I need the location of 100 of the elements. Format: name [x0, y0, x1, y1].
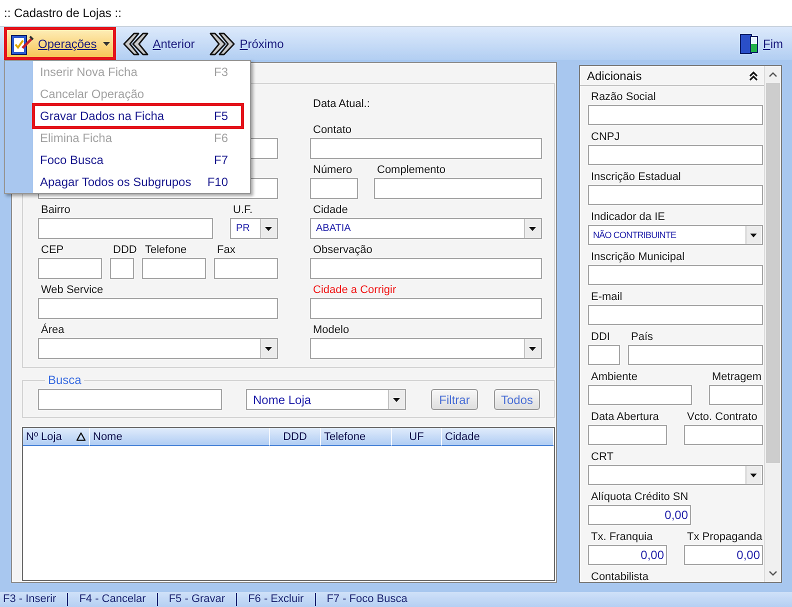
input-field[interactable]	[684, 425, 763, 445]
caret-icon	[102, 42, 110, 46]
number-field[interactable]: 0,00	[588, 545, 667, 565]
input-field[interactable]	[310, 258, 542, 279]
column-header[interactable]: UF	[392, 428, 442, 446]
input-field[interactable]	[38, 258, 102, 279]
previous-button[interactable]: Anterior	[118, 27, 198, 60]
field-label: DDD	[113, 243, 137, 257]
field-label: Metragem	[712, 370, 762, 384]
menu-button[interactable]: Operações	[4, 27, 116, 60]
filter-button[interactable]: Filtrar	[431, 389, 478, 410]
status-text: F4 - Cancelar	[67, 593, 157, 606]
double-left-arrow-icon	[122, 32, 149, 56]
input-field[interactable]	[588, 265, 763, 285]
field-label: CRT	[591, 450, 614, 464]
field-label: Alíquota Crédito SN	[591, 490, 688, 504]
shortcut-label: F5	[214, 109, 228, 123]
input-field[interactable]	[142, 258, 206, 279]
show-all-button[interactable]: Todos	[494, 389, 540, 410]
field-label: Número	[313, 163, 352, 177]
door-icon	[738, 32, 759, 54]
input-field[interactable]	[38, 218, 213, 239]
field-label: Área	[41, 323, 64, 337]
field-label: CNPJ	[591, 130, 620, 144]
dropdown-field[interactable]	[38, 338, 278, 359]
input-field[interactable]	[588, 145, 763, 165]
window-title: :: Cadastro de Lojas ::	[4, 6, 122, 20]
column-header[interactable]: Nº Loja	[23, 428, 90, 446]
input-field[interactable]	[588, 385, 692, 405]
collapse-icon[interactable]	[749, 70, 758, 80]
dropdown-field[interactable]: ABATIA	[310, 218, 542, 239]
field-label: País	[631, 330, 654, 344]
field-label: Indicador da IE	[591, 210, 665, 224]
input-field[interactable]	[110, 258, 134, 279]
field-label: CEP	[41, 243, 64, 257]
number-field[interactable]: 0,00	[684, 545, 763, 565]
input-field[interactable]	[628, 345, 763, 365]
double-right-arrow-icon	[208, 32, 236, 56]
sort-ascending-icon	[76, 432, 86, 441]
column-header[interactable]: Nome	[90, 428, 270, 446]
field-label: Contato	[313, 123, 352, 137]
number-field[interactable]: 0,00	[588, 505, 691, 525]
input-field[interactable]	[310, 298, 542, 319]
scroll-down-icon[interactable]	[769, 571, 777, 576]
field-label: Cidade	[313, 203, 348, 217]
menu-item[interactable]: Gravar Dados na Ficha F5	[34, 105, 242, 127]
input-field[interactable]	[588, 105, 763, 125]
column-header[interactable]: Cidade	[442, 428, 554, 446]
field-label: DDI	[591, 330, 610, 344]
dropdown-field[interactable]	[588, 465, 763, 485]
field-label: Modelo	[313, 323, 350, 337]
shortcut-label: F7	[214, 153, 228, 167]
column-header[interactable]: Telefone	[321, 428, 392, 446]
input-field[interactable]	[588, 305, 763, 325]
exit-button[interactable]: Fim	[736, 27, 786, 60]
field-label: Inscrição Municipal	[591, 250, 685, 264]
input-field[interactable]	[214, 258, 278, 279]
scrollbar[interactable]	[764, 66, 781, 582]
field-label: Complemento	[377, 163, 446, 177]
field-label: Vcto. Contrato	[687, 410, 758, 424]
menu-item[interactable]: Foco Busca F7	[34, 149, 242, 171]
field-label: E-mail	[591, 290, 622, 304]
panel-title: Adicionais	[587, 68, 642, 82]
field-label: Observação	[313, 243, 372, 257]
scrollbar-thumb[interactable]	[766, 83, 780, 463]
menu-item[interactable]: Apagar Todos os Subgrupos F10	[34, 171, 242, 193]
scroll-up-icon[interactable]	[769, 72, 777, 77]
input-field[interactable]	[310, 178, 358, 199]
status-text: F3 - Inserir	[2, 593, 58, 606]
field-label: Bairro	[41, 203, 70, 217]
input-field[interactable]	[588, 425, 667, 445]
field-label: Tx. Franquia	[591, 530, 653, 544]
input-field[interactable]	[248, 138, 278, 159]
status-text: F7 - Foco Busca	[314, 593, 418, 606]
search-by-dropdown[interactable]: Nome Loja	[246, 389, 406, 410]
input-field[interactable]	[588, 345, 620, 365]
shortcut-label: F10	[207, 175, 228, 189]
field-label: Ambiente	[591, 370, 638, 384]
field-label: Web Service	[41, 283, 104, 297]
field-label: Razão Social	[591, 90, 656, 104]
dropdown-field[interactable]	[310, 338, 542, 359]
field-label: Data Abertura	[591, 410, 659, 424]
dropdown-field[interactable]: PR	[230, 218, 278, 239]
field-label: Fax	[217, 243, 236, 257]
field-label: Cidade a Corrigir	[313, 283, 396, 297]
status-text: F6 - Excluir	[236, 593, 315, 606]
shortcut-label: F6	[214, 131, 228, 145]
field-label: Tx Propaganda	[687, 530, 762, 544]
input-field[interactable]	[38, 298, 278, 319]
input-field[interactable]	[310, 138, 542, 159]
field-label: Telefone	[145, 243, 187, 257]
dropdown-field[interactable]: NÃO CONTRIBUINTE	[588, 225, 763, 245]
status-text: F5 - Gravar	[156, 593, 236, 606]
input-field[interactable]	[709, 385, 763, 405]
column-header[interactable]: DDD	[270, 428, 321, 446]
input-field[interactable]	[374, 178, 542, 199]
shortcut-label: F3	[214, 65, 228, 79]
search-field[interactable]	[38, 389, 222, 410]
input-field[interactable]	[588, 185, 763, 205]
next-button[interactable]: Próximo	[206, 27, 287, 60]
